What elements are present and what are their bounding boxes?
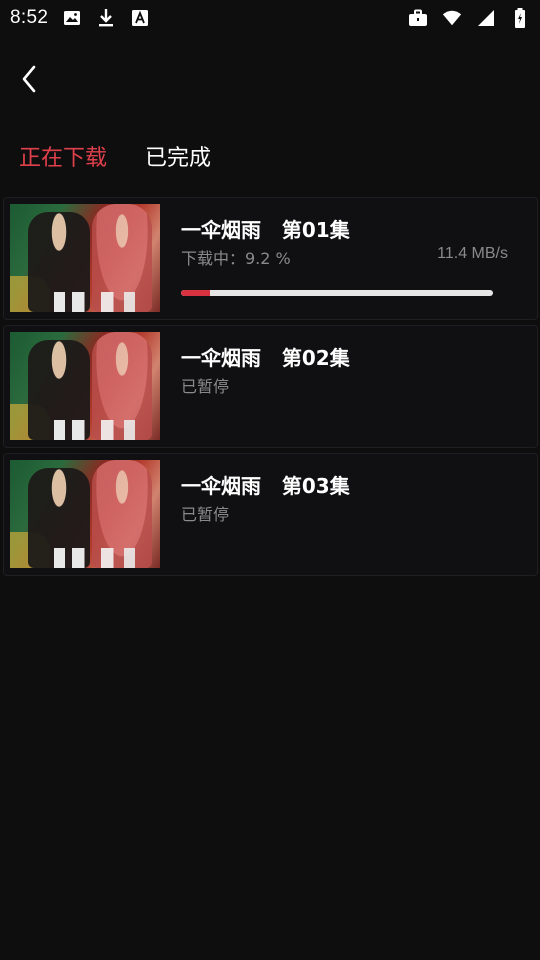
download-status: 已暂停 — [181, 505, 230, 524]
download-status: 下载中：9.2 % — [181, 249, 291, 268]
download-speed: 11.4 MB/s — [437, 245, 508, 262]
tab-completed[interactable]: 已完成 — [145, 140, 211, 172]
status-bar: 8:52 — [0, 0, 540, 36]
episode-title: 一伞烟雨 第01集 — [181, 218, 350, 242]
back-button[interactable] — [12, 62, 46, 96]
clock-time: 8:52 — [10, 7, 49, 28]
tab-downloading[interactable]: 正在下载 — [19, 140, 107, 172]
download-icon — [96, 8, 116, 28]
chevron-left-icon — [22, 65, 36, 93]
episode-thumbnail — [10, 460, 160, 568]
wifi-icon — [442, 8, 462, 28]
download-item-1[interactable]: 一伞烟雨 第01集 下载中：9.2 % 11.4 MB/s — [3, 197, 538, 320]
episode-thumbnail — [10, 332, 160, 440]
download-progress-fill — [181, 290, 210, 296]
download-item-3[interactable]: 一伞烟雨 第03集 已暂停 — [3, 453, 538, 576]
download-progress-bar — [181, 290, 493, 296]
status-bar-right — [408, 8, 530, 28]
signal-icon — [476, 8, 496, 28]
image-icon — [62, 8, 82, 28]
download-list: 一伞烟雨 第01集 下载中：9.2 % 11.4 MB/s 一伞烟雨 第02集 … — [3, 197, 538, 581]
battery-icon — [510, 8, 530, 28]
tab-bar: 正在下载 已完成 — [19, 140, 211, 172]
episode-thumbnail — [10, 204, 160, 312]
episode-title: 一伞烟雨 第02集 — [181, 346, 350, 370]
download-status: 已暂停 — [181, 377, 230, 396]
status-bar-left: 8:52 — [10, 7, 150, 29]
briefcase-icon — [408, 8, 428, 28]
font-a-icon — [130, 8, 150, 28]
episode-title: 一伞烟雨 第03集 — [181, 474, 350, 498]
download-item-2[interactable]: 一伞烟雨 第02集 已暂停 — [3, 325, 538, 448]
